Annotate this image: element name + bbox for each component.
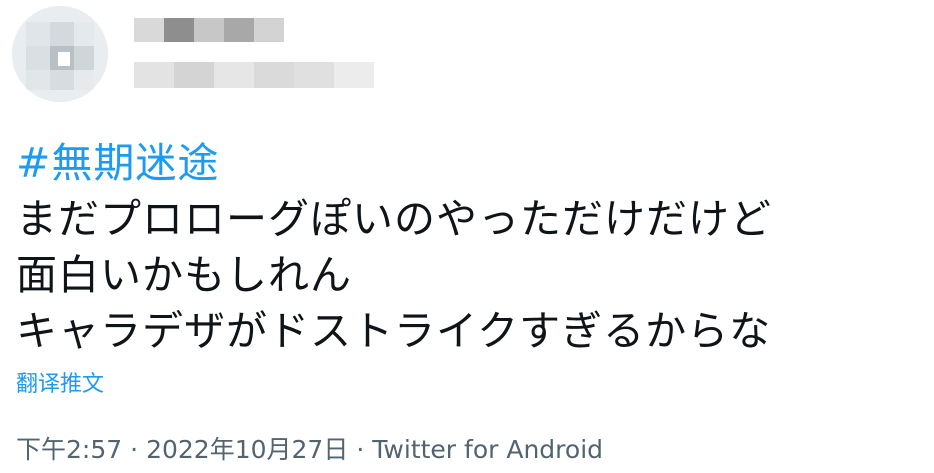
avatar-mosaic-cell (74, 22, 94, 46)
avatar-mosaic-cell (50, 70, 74, 90)
handle-blurred (134, 58, 374, 90)
display-name-blurred (134, 14, 284, 46)
tweet-source-link[interactable]: Twitter for Android (372, 435, 603, 464)
avatar[interactable] (12, 6, 108, 102)
meta-separator: · (130, 435, 139, 464)
translate-tweet-link[interactable]: 翻译推文 (16, 366, 104, 398)
tweet-line: 面白いかもしれん (16, 251, 352, 299)
avatar-mosaic-cell (50, 22, 74, 46)
tweet-meta: 下午2:57 · 2022年10月27日 · Twitter for Android (16, 430, 603, 466)
tweet-time[interactable]: 下午2:57 (16, 435, 122, 464)
avatar-mosaic-cell (74, 70, 94, 90)
hashtag-link[interactable]: #無期迷途 (16, 135, 916, 191)
avatar-mosaic-cell (26, 22, 50, 46)
author-name-block[interactable] (134, 14, 394, 94)
avatar-mosaic-cell (26, 46, 50, 70)
avatar-mosaic-cell (26, 70, 50, 90)
meta-separator: · (356, 435, 365, 464)
avatar-mosaic-cell (74, 46, 94, 70)
tweet-line: まだプロローグぽいのやっただけだけど (16, 195, 772, 243)
tweet-text: #無期迷途 まだプロローグぽいのやっただけだけど 面白いかもしれん キャラデザが… (16, 135, 916, 359)
avatar-mosaic-cell (58, 52, 70, 66)
tweet-line: キャラデザがドストライクすぎるからな (16, 307, 772, 355)
tweet-date[interactable]: 2022年10月27日 (146, 435, 348, 464)
